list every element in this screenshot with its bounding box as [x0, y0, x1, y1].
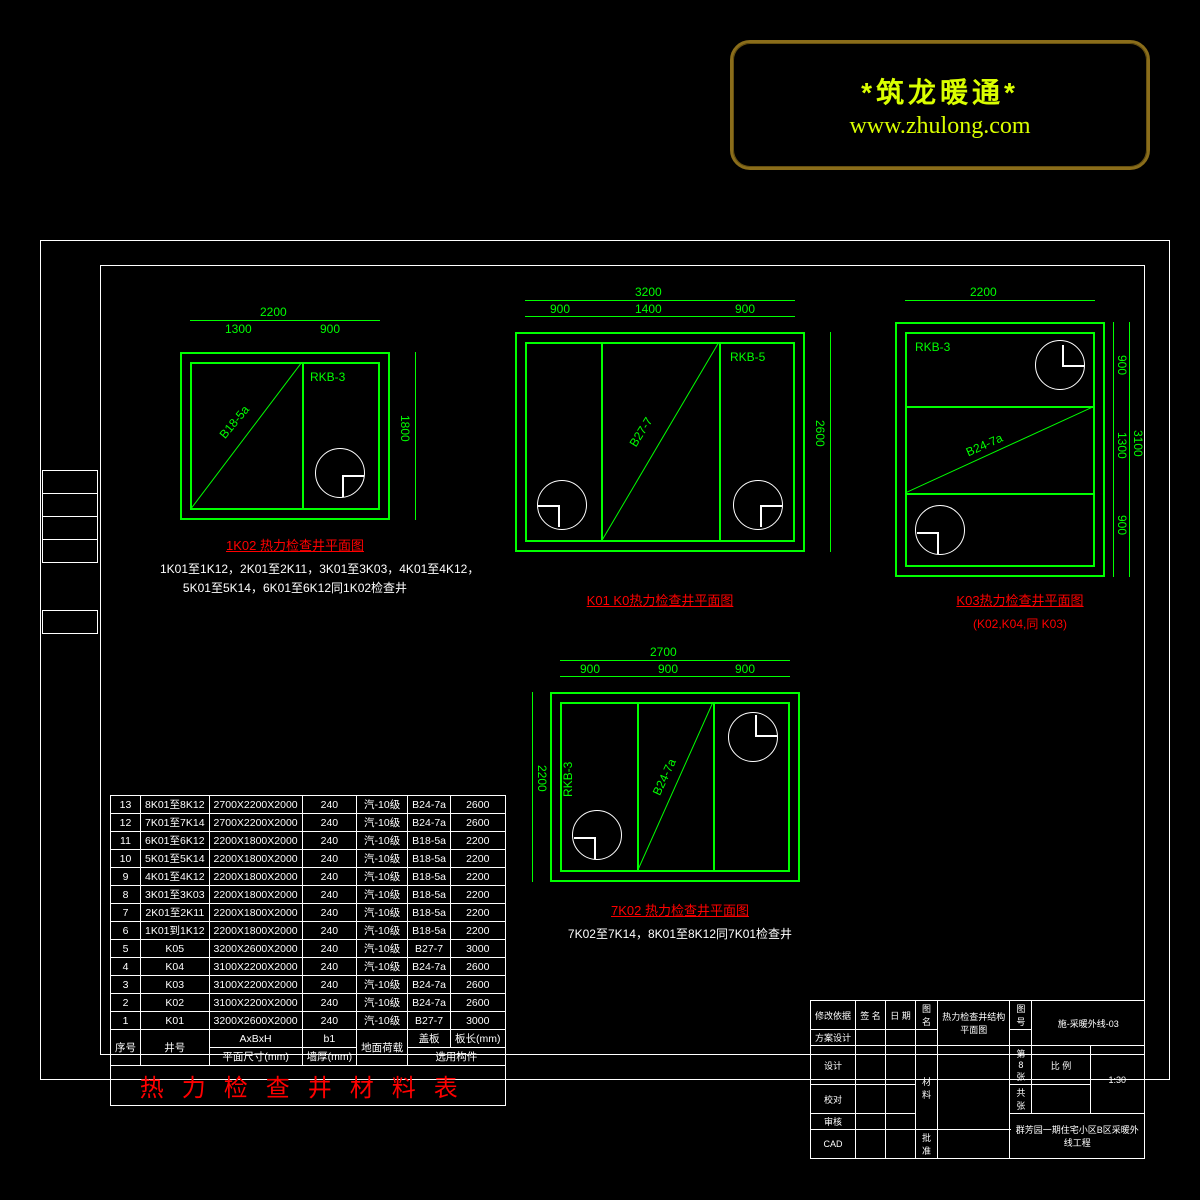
table-row: 105K01至5K142200X1800X2000240汽-10级B18-5a2… — [111, 850, 506, 868]
label-rkb3: RKB-3 — [310, 370, 345, 384]
plan2-title: K01 K0热力检查井平面图 — [495, 590, 825, 609]
plan-k01: 3200 900 1400 900 RKB-5 B27-7 2600 K01 K… — [495, 300, 825, 609]
label-rkb5: RKB-5 — [730, 350, 765, 364]
table-row: 127K01至7K142700X2200X2000240汽-10级B24-7a2… — [111, 814, 506, 832]
table-row: 4K043100X2200X2000240汽-10级B24-7a2600 — [111, 958, 506, 976]
table-row: 72K01至2K112200X1800X2000240汽-10级B18-5a22… — [111, 904, 506, 922]
table-row: 1K013200X2600X2000240汽-10级B27-73000 — [111, 1012, 506, 1030]
watermark-title: *筑龙暖通* — [861, 71, 1019, 111]
table-row: 94K01至4K122200X1800X2000240汽-10级B18-5a22… — [111, 868, 506, 886]
watermark-box: *筑龙暖通* www.zhulong.com — [730, 40, 1150, 170]
table-row: 61K01到1K122200X1800X2000240汽-10级B18-5a22… — [111, 922, 506, 940]
material-table: 138K01至8K122700X2200X2000240汽-10级B24-7a2… — [110, 795, 506, 1106]
table-row: 5K053200X2600X2000240汽-10级B27-73000 — [111, 940, 506, 958]
left-label-strip2 — [42, 610, 98, 634]
watermark-url: www.zhulong.com — [849, 113, 1030, 140]
title-block: 修改依据签 名日 期 图名热力检查井结构平面图 图号施-采暖外线-03 方案设计… — [810, 1000, 1145, 1095]
table-row: 83K01至3K032200X1800X2000240汽-10级B18-5a22… — [111, 886, 506, 904]
plan-7k02: 2700 900 900 900 RKB-3 B24-7a 2200 7K02 … — [530, 660, 830, 942]
table-row: 2K023100X2200X2000240汽-10级B24-7a2600 — [111, 994, 506, 1012]
table-row: 3K033100X2200X2000240汽-10级B24-7a2600 — [111, 976, 506, 994]
plan4-title: 7K02 热力检查井平面图 — [530, 900, 830, 919]
plan-k03: 2200 RKB-3 B24-7a 900 1300 900 3100 K03热… — [885, 300, 1155, 632]
plan1-title: 1K02 热力检查井平面图 — [160, 535, 430, 554]
table-row: 138K01至8K122700X2200X2000240汽-10级B24-7a2… — [111, 796, 506, 814]
plan-1k02: 2200 1300 900 RKB-3 B18-5a 1800 1K02 热力检… — [160, 320, 430, 596]
left-label-strip — [42, 470, 98, 600]
table-title: 热力检查井材料表 — [111, 1066, 506, 1106]
table-row: 116K01至6K122200X1800X2000240汽-10级B18-5a2… — [111, 832, 506, 850]
plan3-title: K03热力检查井平面图 — [885, 590, 1155, 609]
